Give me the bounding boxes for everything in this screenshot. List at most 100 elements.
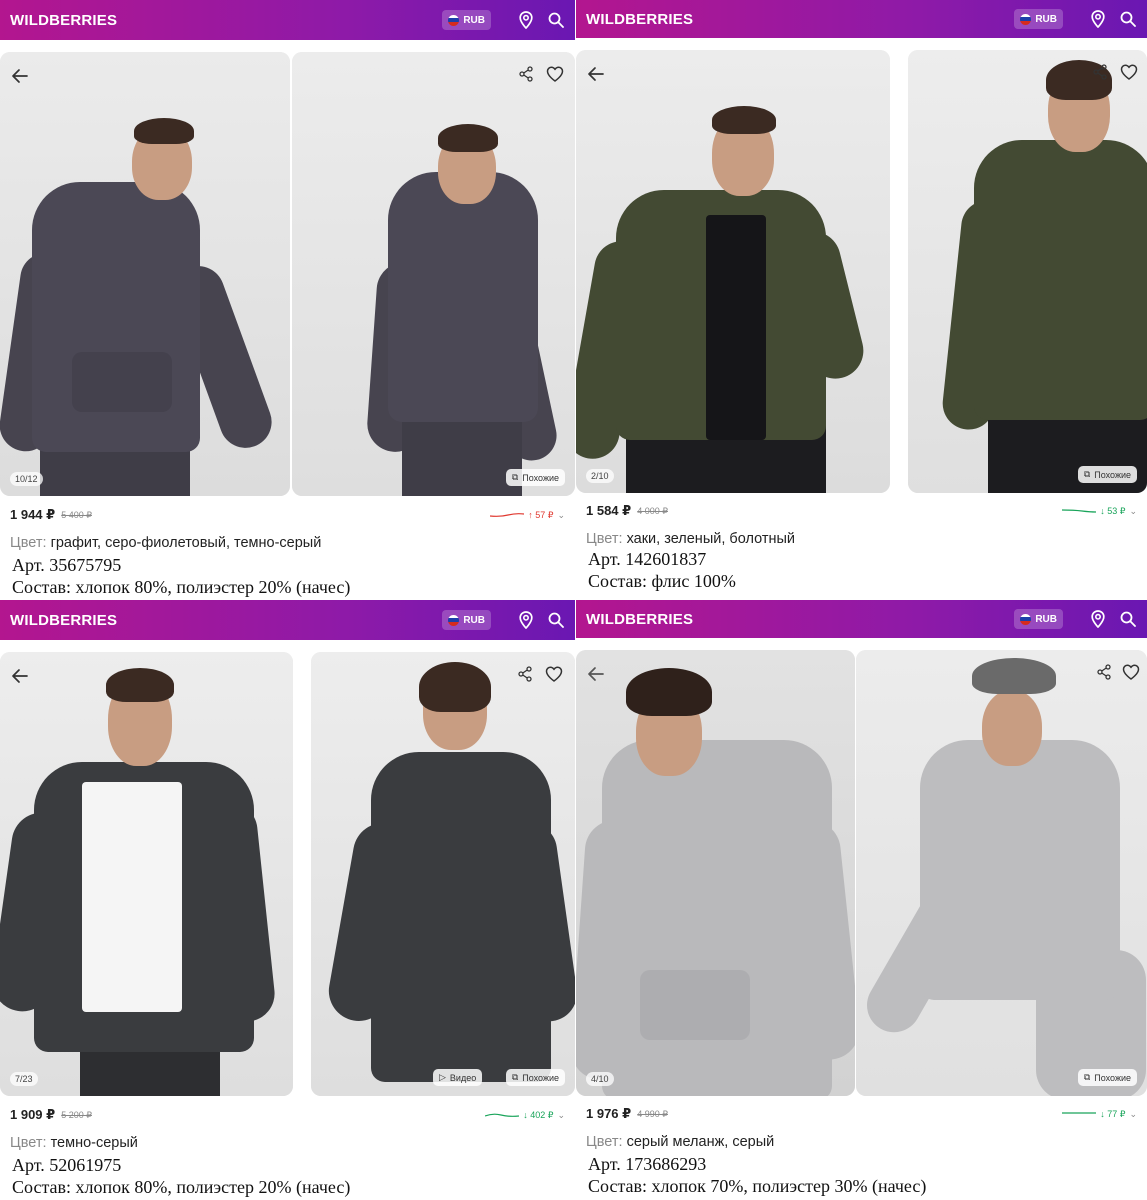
location-pin-icon[interactable] bbox=[517, 611, 535, 629]
price-trend-value: ↑ 57 ₽ bbox=[528, 509, 554, 520]
photo-counter: 7/23 bbox=[10, 1072, 38, 1086]
wildberries-logo[interactable]: WILDBERRIES bbox=[586, 11, 1014, 28]
similar-icon: ⧉ bbox=[1083, 1072, 1091, 1082]
search-icon[interactable] bbox=[1119, 10, 1137, 28]
price-row: 1 584 ₽ 4 000 ₽ ↓ 53 ₽ ⌄ bbox=[586, 503, 1137, 519]
back-arrow-icon[interactable] bbox=[10, 66, 30, 86]
product-photo-front[interactable]: 4/10 bbox=[576, 650, 855, 1096]
price-trend[interactable]: ↓ 402 ₽ ⌄ bbox=[485, 1110, 565, 1121]
currency-selector[interactable]: RUB bbox=[1014, 609, 1063, 629]
video-button[interactable]: ▷ Видео bbox=[433, 1069, 483, 1086]
wildberries-logo[interactable]: WILDBERRIES bbox=[586, 611, 1014, 628]
current-price: 1 976 ₽ bbox=[586, 1106, 632, 1121]
old-price: 4 990 ₽ bbox=[637, 1108, 668, 1119]
composition: Состав: хлопок 80%, полиэстер 20% (начес… bbox=[12, 577, 351, 597]
wildberries-logo[interactable]: WILDBERRIES bbox=[10, 12, 442, 29]
composition: Состав: хлопок 70%, полиэстер 30% (начес… bbox=[588, 1176, 927, 1196]
location-pin-icon[interactable] bbox=[1089, 610, 1107, 628]
currency-selector[interactable]: RUB bbox=[442, 10, 491, 30]
location-pin-icon[interactable] bbox=[1089, 10, 1107, 28]
price-row: 1 944 ₽ 5 400 ₽ ↑ 57 ₽ ⌄ bbox=[10, 507, 565, 523]
color-value: графит, серо-фиолетовый, темно-серый bbox=[50, 535, 322, 551]
price-trend-value: ↓ 402 ₽ bbox=[523, 1109, 554, 1120]
share-icon[interactable] bbox=[517, 666, 535, 684]
similar-button[interactable]: ⧉ Похожие bbox=[1077, 466, 1137, 483]
color-value: серый меланж, серый bbox=[626, 1134, 775, 1150]
search-icon[interactable] bbox=[547, 611, 565, 629]
similar-icon: ⧉ bbox=[511, 472, 519, 482]
video-label: Видео bbox=[449, 1072, 477, 1083]
share-icon[interactable] bbox=[1096, 664, 1114, 682]
chevron-down-icon: ⌄ bbox=[557, 509, 565, 520]
favorite-heart-icon[interactable] bbox=[1120, 64, 1138, 82]
color-label: Цвет: bbox=[10, 535, 47, 551]
photo-counter: 4/10 bbox=[586, 1072, 614, 1086]
color-value: темно-серый bbox=[50, 1135, 138, 1151]
price-trend[interactable]: ↓ 77 ₽ ⌄ bbox=[1062, 1109, 1137, 1120]
currency-label: RUB bbox=[1035, 613, 1057, 625]
search-icon[interactable] bbox=[1119, 610, 1137, 628]
chevron-down-icon: ⌄ bbox=[1129, 505, 1137, 516]
currency-label: RUB bbox=[1035, 13, 1057, 25]
color-line: Цвет: темно-серый bbox=[10, 1135, 138, 1151]
currency-label: RUB bbox=[463, 614, 485, 626]
product-photo-front[interactable]: 2/10 bbox=[576, 50, 890, 493]
composition: Состав: хлопок 80%, полиэстер 20% (начес… bbox=[12, 1177, 351, 1197]
share-icon[interactable] bbox=[518, 66, 536, 84]
share-icon[interactable] bbox=[1092, 64, 1110, 82]
play-icon: ▷ bbox=[439, 1072, 446, 1082]
search-icon[interactable] bbox=[547, 11, 565, 29]
back-arrow-icon[interactable] bbox=[586, 64, 606, 84]
color-label: Цвет: bbox=[586, 1134, 623, 1150]
current-price: 1 584 ₽ bbox=[586, 503, 632, 518]
app-header: WILDBERRIES RUB bbox=[0, 0, 575, 40]
old-price: 5 400 ₽ bbox=[61, 509, 92, 520]
article-number: Арт. 142601837 bbox=[588, 549, 707, 569]
currency-label: RUB bbox=[463, 14, 485, 26]
back-arrow-icon[interactable] bbox=[10, 666, 30, 686]
article-number: Арт. 35675795 bbox=[12, 555, 122, 575]
similar-button[interactable]: ⧉ Похожие bbox=[505, 1069, 565, 1086]
photo-counter: 2/10 bbox=[586, 469, 614, 483]
app-header: WILDBERRIES RUB bbox=[576, 600, 1147, 638]
old-price: 5 200 ₽ bbox=[61, 1109, 92, 1120]
product-photo-back[interactable]: ⧉ Похожие bbox=[908, 50, 1147, 493]
price-trend-value: ↓ 77 ₽ bbox=[1100, 1108, 1126, 1119]
favorite-heart-icon[interactable] bbox=[546, 66, 564, 84]
product-photo-back[interactable]: ⧉ Похожие bbox=[856, 650, 1147, 1096]
favorite-heart-icon[interactable] bbox=[545, 666, 563, 684]
similar-button[interactable]: ⧉ Похожие bbox=[1077, 1069, 1137, 1086]
old-price: 4 000 ₽ bbox=[637, 505, 668, 516]
price-trend[interactable]: ↑ 57 ₽ ⌄ bbox=[490, 510, 565, 521]
photo-counter: 10/12 bbox=[10, 472, 43, 486]
current-price: 1 944 ₽ bbox=[10, 507, 56, 522]
currency-selector[interactable]: RUB bbox=[1014, 9, 1063, 29]
article-number: Арт. 173686293 bbox=[588, 1154, 707, 1174]
russia-flag-icon bbox=[1020, 13, 1032, 25]
product-photo-front[interactable]: 7/23 bbox=[0, 652, 293, 1096]
chevron-down-icon: ⌄ bbox=[1129, 1108, 1137, 1119]
color-line: Цвет: графит, серо-фиолетовый, темно-сер… bbox=[10, 535, 321, 551]
price-trend[interactable]: ↓ 53 ₽ ⌄ bbox=[1062, 506, 1137, 517]
product-photo-back[interactable]: ▷ Видео ⧉ Похожие bbox=[311, 652, 575, 1096]
price-trend-sparkline bbox=[485, 1113, 520, 1117]
price-trend-sparkline bbox=[1062, 1112, 1097, 1114]
color-value: хаки, зеленый, болотный bbox=[626, 531, 795, 547]
back-arrow-icon[interactable] bbox=[586, 664, 606, 684]
product-card-4: WILDBERRIES RUB 4/10 ⧉ Похожие 1 976 ₽ 4 … bbox=[576, 600, 1147, 1200]
product-photo-back[interactable]: ⧉ Похожие bbox=[292, 52, 575, 496]
price-row: 1 976 ₽ 4 990 ₽ ↓ 77 ₽ ⌄ bbox=[586, 1106, 1137, 1122]
chevron-down-icon: ⌄ bbox=[557, 1109, 565, 1120]
article-number: Арт. 52061975 bbox=[12, 1155, 122, 1175]
price-trend-sparkline bbox=[490, 513, 525, 517]
product-card-2: WILDBERRIES RUB 2/10 ⧉ Похожие 1 584 ₽ 4 … bbox=[576, 0, 1147, 600]
similar-button[interactable]: ⧉ Похожие bbox=[505, 469, 565, 486]
app-header: WILDBERRIES RUB bbox=[576, 0, 1147, 38]
product-card-3: WILDBERRIES RUB 7/23 ▷ Видео ⧉ Похожие 1 9… bbox=[0, 600, 575, 1200]
currency-selector[interactable]: RUB bbox=[442, 610, 491, 630]
favorite-heart-icon[interactable] bbox=[1122, 664, 1140, 682]
product-card-1: WILDBERRIES RUB 10/12 ⧉ Похожие 1 944 ₽ 5 bbox=[0, 0, 575, 600]
location-pin-icon[interactable] bbox=[517, 11, 535, 29]
wildberries-logo[interactable]: WILDBERRIES bbox=[10, 612, 442, 629]
product-photo-front[interactable]: 10/12 bbox=[0, 52, 290, 496]
